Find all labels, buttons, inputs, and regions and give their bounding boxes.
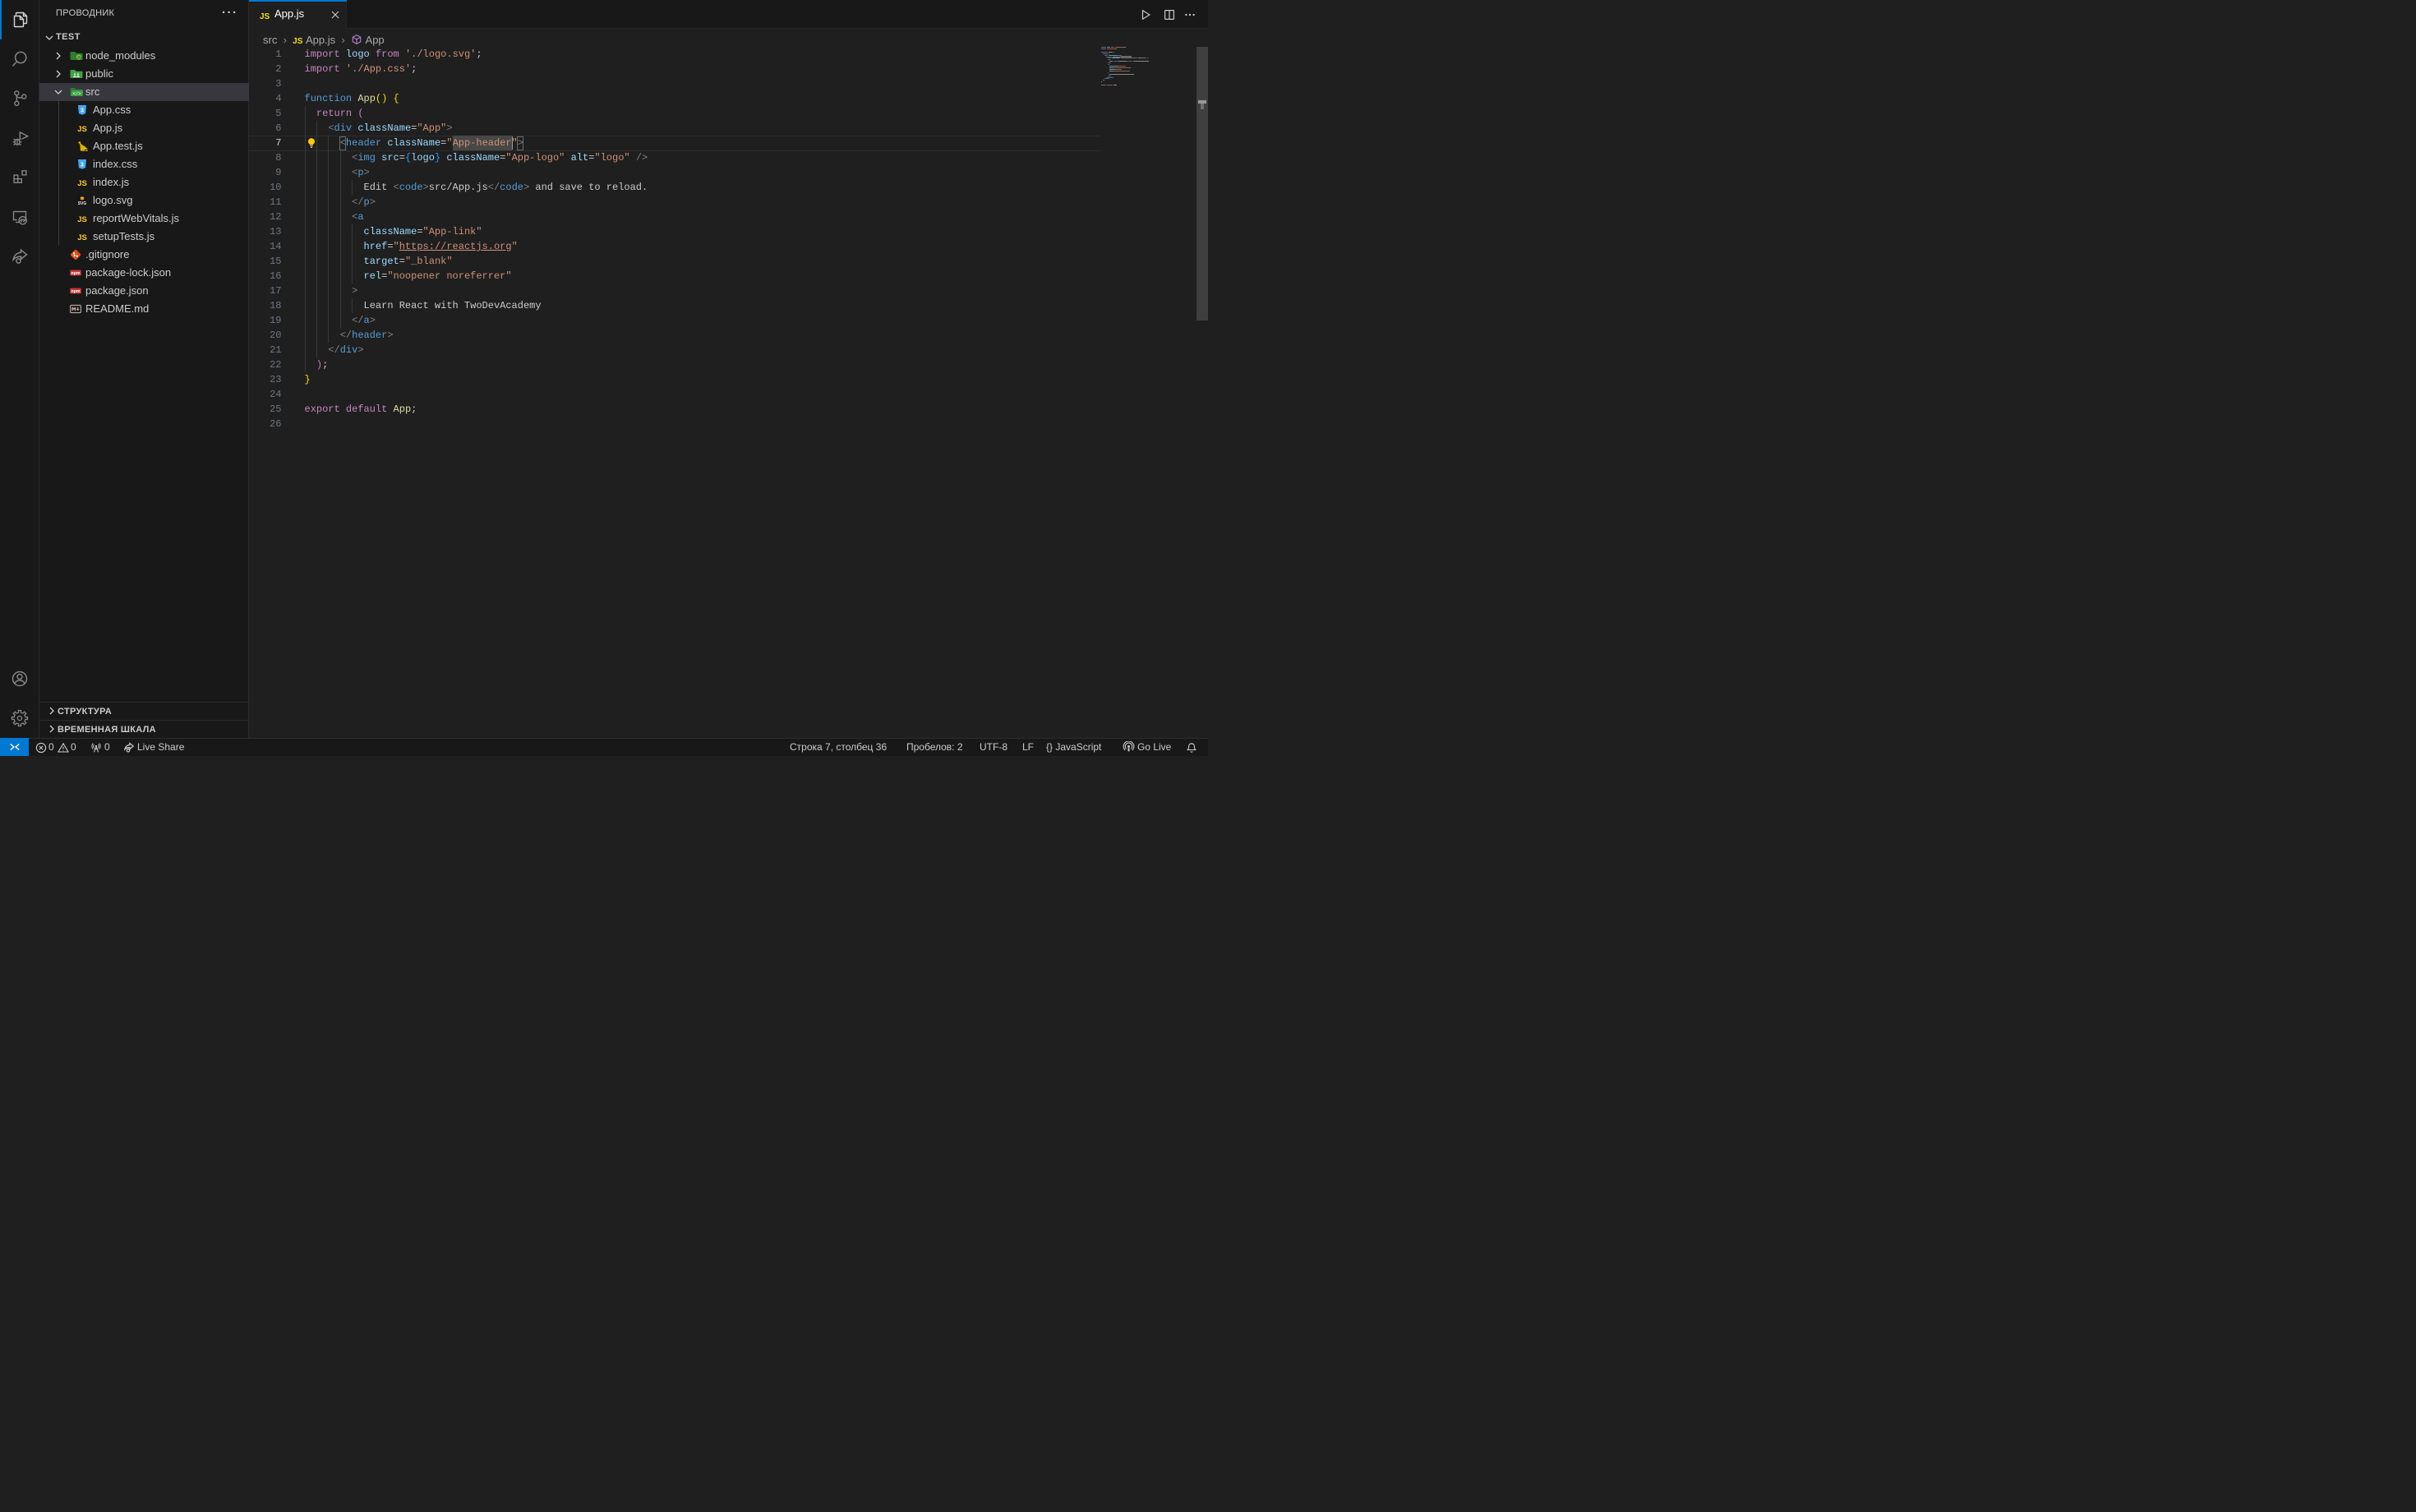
svg-text:JS: JS [77, 125, 87, 134]
svg-text:3: 3 [81, 163, 84, 168]
svg-text:JS: JS [77, 179, 87, 188]
svg-text:3: 3 [81, 108, 84, 114]
svg-text:</>: </> [73, 91, 82, 97]
svg-text:SVG: SVG [78, 201, 87, 206]
svg-text:npm: npm [71, 271, 80, 276]
svg-text:JS: JS [82, 148, 88, 153]
svg-text:JS: JS [76, 55, 81, 59]
svg-text:npm: npm [71, 289, 80, 294]
svg-text:JS: JS [77, 215, 87, 224]
svg-text:JS: JS [77, 233, 87, 242]
